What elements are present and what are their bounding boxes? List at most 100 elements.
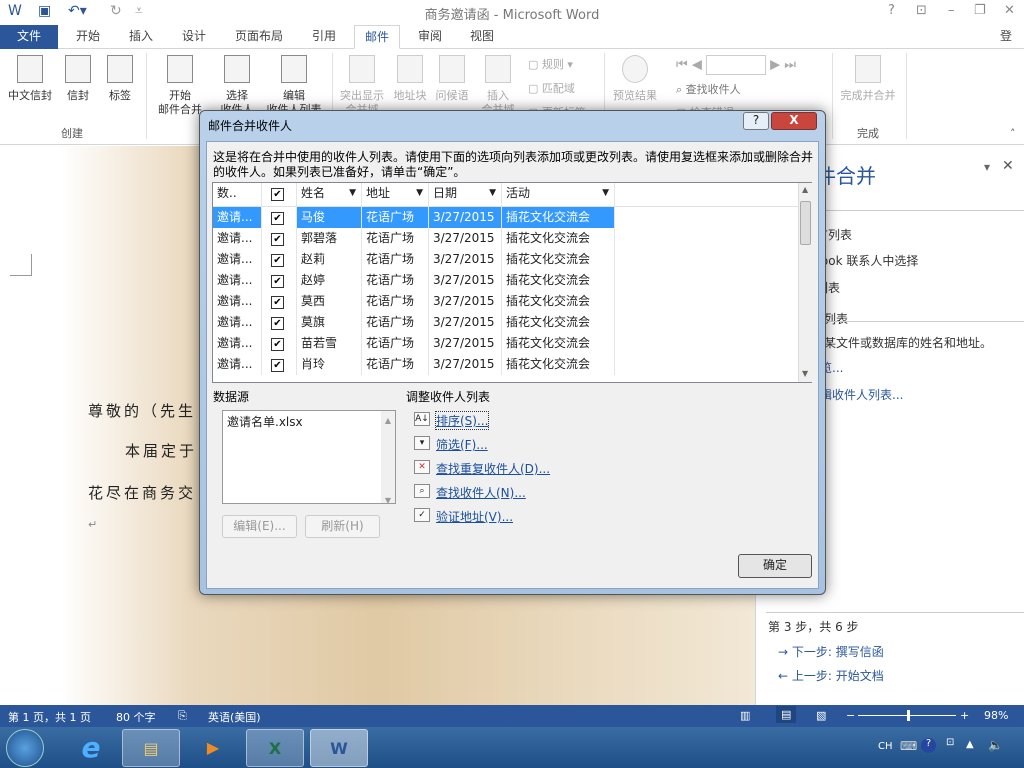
record-number-input[interactable]	[705, 55, 766, 75]
record-nav[interactable]: ⏮ ◀ ▶ ⏭	[676, 55, 796, 75]
finish-merge-button[interactable]: 完成并合并	[836, 49, 900, 103]
help-icon[interactable]: ?	[888, 3, 895, 18]
input-language[interactable]: CH	[878, 741, 893, 752]
envelope-button[interactable]: 信封	[60, 49, 96, 103]
data-source-list[interactable]: 邀请名单.xlsx ▲ ▼	[222, 410, 396, 505]
row-checkbox[interactable]: ✔	[262, 312, 297, 333]
address-block-button[interactable]: 地址块	[390, 49, 430, 103]
edit-button[interactable]: 编辑(E)...	[222, 515, 297, 538]
zoom-level[interactable]: 98%	[984, 709, 1008, 722]
proofing-icon[interactable]: ⎘	[178, 709, 187, 723]
media-player-icon[interactable]: ▶	[184, 729, 242, 767]
column-header-event[interactable]: 活动 ▼	[502, 183, 615, 206]
list-scrollbar[interactable]: ▲ ▼	[381, 411, 395, 505]
pane-options-icon[interactable]: ▾	[984, 160, 990, 174]
scroll-thumb[interactable]	[800, 201, 811, 245]
minimize-icon[interactable]: –	[948, 3, 955, 18]
column-header-date[interactable]: 日期 ▼	[429, 183, 502, 206]
table-row[interactable]: 邀请... ✔ 莫旗 花语广场 3/27/2015 插花文化交流会	[213, 312, 615, 333]
read-mode-icon[interactable]: ▥	[740, 709, 750, 722]
zoom-in-button[interactable]: +	[960, 709, 969, 722]
match-fields-button[interactable]: ▢ 匹配域	[528, 80, 575, 96]
row-checkbox[interactable]: ✔	[262, 207, 297, 228]
web-layout-icon[interactable]: ▧	[816, 709, 826, 722]
prev-step-link[interactable]: ← 上一步: 开始文档	[778, 667, 884, 684]
collapse-ribbon-icon[interactable]: ˄	[1010, 127, 1016, 140]
labels-button[interactable]: 标签	[102, 49, 138, 103]
dropdown-arrow-icon[interactable]: ▼	[489, 183, 496, 203]
column-header-name[interactable]: 姓名 ▼	[297, 183, 362, 206]
volume-icon[interactable]: 🔈	[988, 738, 1003, 752]
start-button[interactable]	[6, 729, 44, 767]
select-recipients-button[interactable]: 选择 收件人	[212, 49, 262, 117]
keyboard-icon[interactable]: ⌨	[900, 739, 917, 753]
refresh-button[interactable]: 刷新(H)	[305, 515, 380, 538]
filter-link[interactable]: 筛选(F)...	[436, 436, 488, 453]
table-row[interactable]: 邀请... ✔ 郭碧落 花语广场 3/27/2015 插花文化交流会	[213, 228, 615, 249]
data-source-item[interactable]: 邀请名单.xlsx	[227, 413, 303, 430]
dropdown-arrow-icon[interactable]: ▼	[416, 183, 423, 203]
sort-link[interactable]: 排序(S)...	[434, 411, 490, 430]
excel-icon[interactable]: X	[246, 729, 304, 767]
table-row[interactable]: 邀请... ✔ 赵婷 花语广场 3/27/2015 插花文化交流会	[213, 270, 615, 291]
page-count[interactable]: 第 1 页，共 1 页	[8, 709, 91, 725]
zoom-out-button[interactable]: −	[846, 709, 855, 722]
insert-merge-field-button[interactable]: 插入 合并域	[476, 49, 520, 117]
dropdown-arrow-icon[interactable]: ▼	[602, 183, 609, 203]
dropdown-arrow-icon[interactable]: ▼	[349, 183, 356, 203]
ribbon-display-icon[interactable]: ⊡	[916, 3, 927, 18]
rules-button[interactable]: ▢ 规则 ▾	[528, 56, 573, 72]
pane-close-icon[interactable]: ✕	[1002, 158, 1014, 174]
highlight-merge-fields-button[interactable]: 突出显示 合并域	[336, 49, 388, 117]
scroll-up-icon[interactable]: ▲	[802, 185, 808, 194]
word-count[interactable]: 80 个字	[116, 709, 156, 725]
tab-home[interactable]: 开始	[66, 25, 110, 49]
row-checkbox[interactable]: ✔	[262, 228, 297, 249]
next-step-link[interactable]: → 下一步: 撰写信函	[778, 643, 884, 660]
tab-references[interactable]: 引用	[302, 25, 346, 49]
print-layout-icon[interactable]: ▤	[776, 706, 797, 723]
table-scrollbar[interactable]: ▲ ▼	[798, 183, 812, 382]
scroll-down-icon[interactable]: ▼	[802, 369, 808, 378]
column-header-address[interactable]: 地址 ▼	[362, 183, 429, 206]
tab-view[interactable]: 视图	[460, 25, 504, 49]
start-mail-merge-button[interactable]: 开始 邮件合并	[150, 49, 210, 117]
tray-expand-icon[interactable]: ▲	[966, 739, 974, 750]
row-checkbox[interactable]: ✔	[262, 270, 297, 291]
row-checkbox[interactable]: ✔	[262, 291, 297, 312]
row-checkbox[interactable]: ✔	[262, 333, 297, 354]
tab-file[interactable]: 文件	[0, 25, 58, 49]
find-recipient-link[interactable]: 查找收件人(N)...	[436, 484, 526, 501]
validate-address-link[interactable]: 验证地址(V)...	[436, 508, 513, 525]
chinese-envelope-button[interactable]: 中文信封	[4, 49, 56, 103]
edit-recipient-list-button[interactable]: 编辑 收件人列表	[262, 49, 326, 117]
tab-mailings[interactable]: 邮件	[354, 25, 401, 49]
ie-icon[interactable]: e	[62, 729, 120, 767]
row-checkbox[interactable]: ✔	[262, 249, 297, 270]
signin-link[interactable]: 登录	[990, 25, 1024, 66]
select-all-checkbox[interactable]: ✔	[262, 183, 297, 206]
dialog-help-button[interactable]: ?	[743, 112, 769, 130]
find-duplicates-link[interactable]: 查找重复收件人(D)...	[436, 460, 550, 477]
table-row[interactable]: 邀请... ✔ 苗若雪 花语广场 3/27/2015 插花文化交流会	[213, 333, 615, 354]
word-taskbar-icon[interactable]: W	[310, 729, 368, 767]
tab-insert[interactable]: 插入	[119, 25, 163, 49]
column-header-source[interactable]: 数..	[213, 183, 262, 206]
preview-results-button[interactable]: 预览结果	[608, 49, 662, 103]
table-row[interactable]: 邀请... ✔ 赵莉 花语广场 3/27/2015 插花文化交流会	[213, 249, 615, 270]
greeting-line-button[interactable]: 问候语	[432, 49, 472, 103]
tab-layout[interactable]: 页面布局	[225, 25, 293, 49]
zoom-slider-thumb[interactable]	[906, 710, 910, 721]
tab-review[interactable]: 审阅	[408, 25, 452, 49]
restore-icon[interactable]: ❐	[974, 3, 986, 18]
ok-button[interactable]: 确定	[738, 554, 812, 578]
explorer-icon[interactable]: ▤	[122, 729, 180, 767]
language[interactable]: 英语(美国)	[208, 709, 261, 725]
table-row[interactable]: 邀请... ✔ 肖玲 花语广场 3/27/2015 插花文化交流会	[213, 354, 615, 375]
close-icon[interactable]: ✕	[1004, 3, 1015, 18]
ime-icon[interactable]: ⊡	[946, 737, 954, 748]
find-recipient-button[interactable]: ⌕ 查找收件人	[676, 81, 741, 97]
tab-design[interactable]: 设计	[172, 25, 216, 49]
table-row[interactable]: 邀请... ✔ 莫西 花语广场 3/27/2015 插花文化交流会	[213, 291, 615, 312]
row-checkbox[interactable]: ✔	[262, 354, 297, 375]
